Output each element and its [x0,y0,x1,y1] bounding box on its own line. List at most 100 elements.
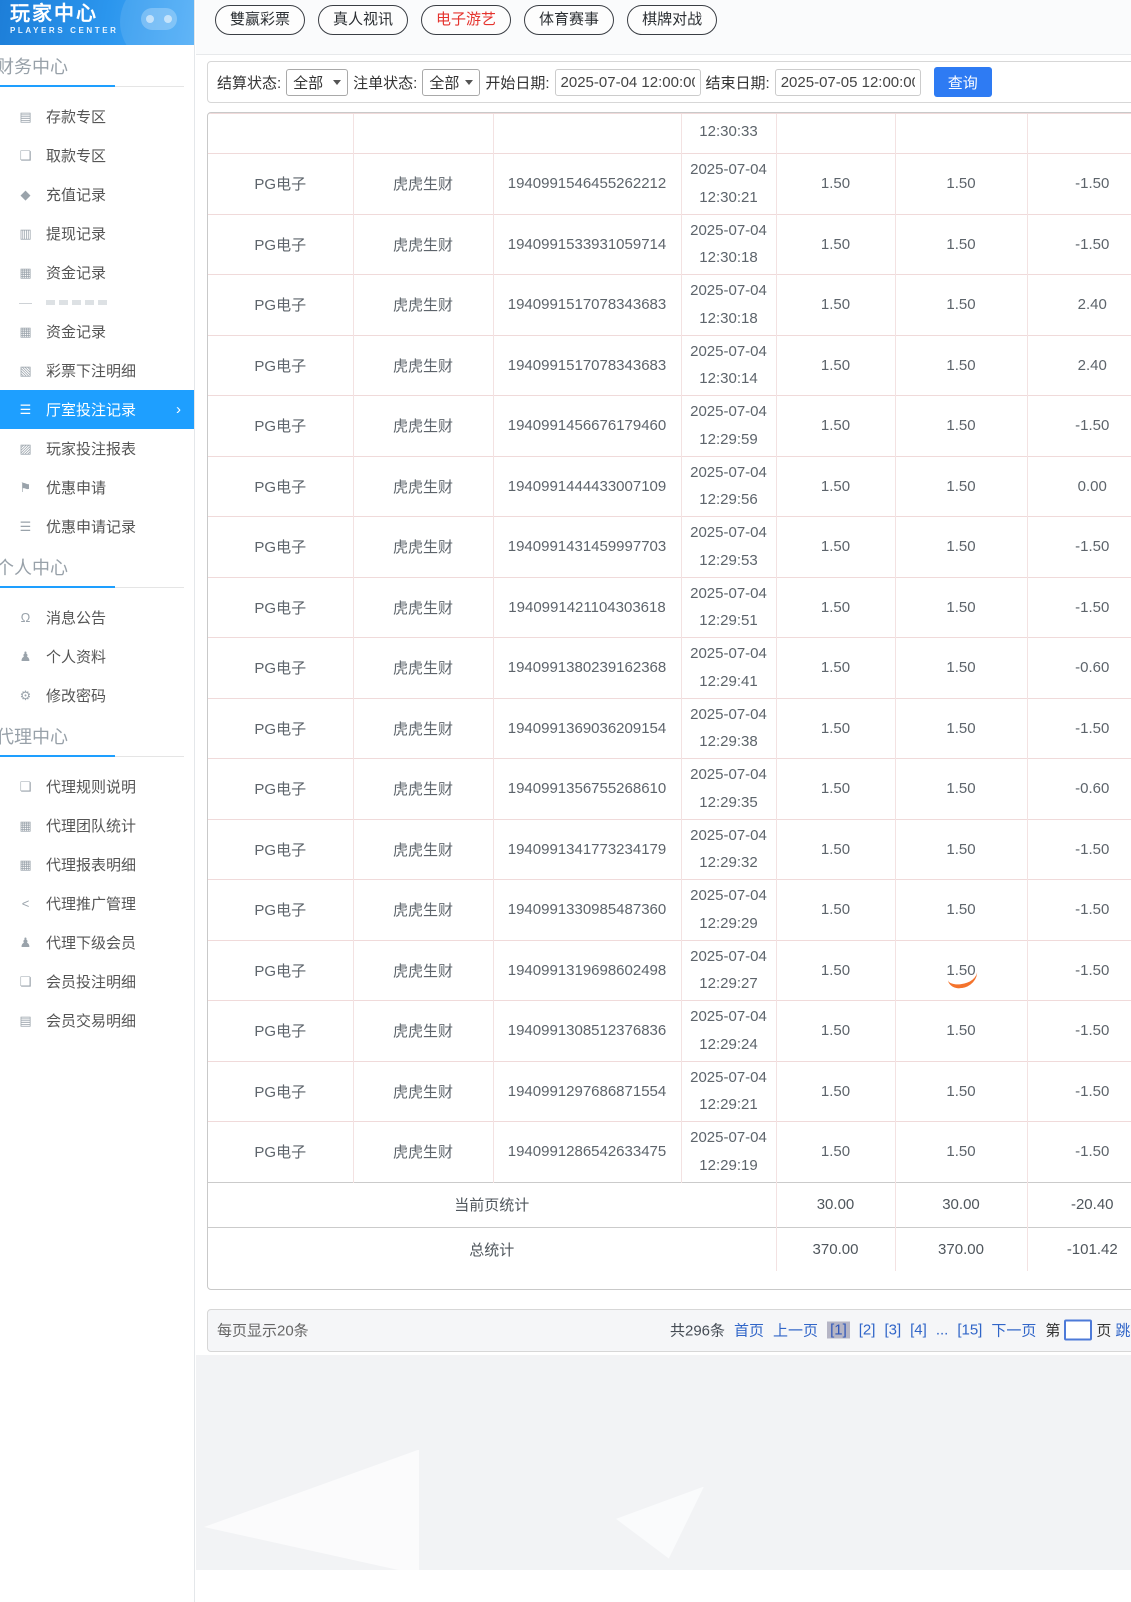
sidebar-item-fund-records[interactable]: ▦资金记录 [0,253,194,292]
cell-valid: 1.50 [895,1061,1027,1122]
page-link-page-15[interactable]: [15] [957,1322,982,1339]
page-link-page-3[interactable]: [3] [884,1322,901,1339]
start-date-input[interactable] [555,69,701,96]
page-jump-input[interactable] [1064,1320,1092,1341]
cell-profit: 2.40 [1027,275,1131,336]
page-summary-label: 当前页统计 [208,1182,776,1227]
settle-status-select[interactable]: 全部 [286,69,348,96]
cell-valid: 1.50 [895,275,1027,336]
menu-list-icon: ☰ [17,519,34,535]
cell-order: 1940991431459997703 [493,517,681,578]
section-divider [0,85,184,88]
table-row: PG电子虎虎生财19409914314599977032025-07-04 12… [208,517,1131,578]
cell-time: 2025-07-04 12:29:41 [681,638,776,699]
cell-empty [493,114,681,154]
page-current[interactable]: [1] [827,1322,850,1339]
bell-icon: Ω [17,610,34,625]
ticket-icon: ⚑ [17,480,34,496]
sidebar-item-agent-team-stats[interactable]: ▦ 代理团队统计 [0,806,194,845]
clipped-text-remnant [46,300,110,305]
page-link-page-2[interactable]: [2] [859,1322,876,1339]
cell-bet: 1.50 [776,456,895,517]
cell-profit: -1.50 [1027,880,1131,941]
page-summary-valid: 30.00 [895,1182,1027,1227]
order-status-select[interactable]: 全部 [422,69,480,96]
page-link-next[interactable]: 下一页 [991,1320,1036,1341]
sidebar-item-change-password[interactable]: ⚙修改密码 [0,676,194,715]
watermark-triangle [204,1450,419,1570]
sidebar-item-clipped-item[interactable]: — [0,292,194,312]
end-date-input[interactable] [775,69,921,96]
tab-chess-battle[interactable]: 棋牌对战 [627,5,717,35]
sidebar-item-deposit-zone[interactable]: ▤存款专区 [0,97,194,136]
sidebar-item-label: 代理团队统计 [46,815,136,836]
sidebar-item-label: 会员投注明细 [46,971,136,992]
sidebar-item-fund-records-2[interactable]: ▦资金记录 [0,312,194,351]
sidebar-item-member-bet-details[interactable]: ❏会员投注明细 [0,962,194,1001]
moneybag-icon: ◆ [17,187,34,203]
tab-shuangying-lottery[interactable]: 雙赢彩票 [215,5,305,35]
sidebar-item-profile[interactable]: ♟个人资料 [0,637,194,676]
cell-profit: 0.00 [1027,456,1131,517]
sidebar-item-promo-apply-records[interactable]: ☰优惠申请记录 [0,507,194,546]
cell-time: 2025-07-04 12:29:32 [681,819,776,880]
page-ellipsis: ... [936,1322,949,1339]
cell-order: 1940991517078343683 [493,335,681,396]
cell-time: 2025-07-04 12:29:27 [681,940,776,1001]
cell-time: 2025-07-04 12:30:18 [681,275,776,336]
cell-time: 2025-07-04 12:29:59 [681,396,776,457]
sidebar-item-messages[interactable]: Ω消息公告 [0,598,194,637]
cell-order: 1940991444433007109 [493,456,681,517]
sidebar-item-hall-bet-records[interactable]: ☰厅室投注记录› [0,390,194,429]
sidebar-item-withdraw-records[interactable]: ▥提现记录 [0,214,194,253]
bet-records-table: 12:30:33 PG电子虎虎生财19409915464552622122025… [208,113,1131,1271]
sidebar-item-promo-apply[interactable]: ⚑优惠申请 [0,468,194,507]
cell-order: 1940991341773234179 [493,819,681,880]
sidebar-item-label: 厅室投注记录 [46,399,136,420]
cell-platform: PG电子 [208,1061,353,1122]
cell-profit: -0.60 [1027,759,1131,820]
tab-sports-events[interactable]: 体育赛事 [524,5,614,35]
sidebar-item-recharge-records[interactable]: ◆充值记录 [0,175,194,214]
query-button[interactable]: 查询 [934,67,992,97]
sidebar-item-player-bet-report[interactable]: ▨玩家投注报表 [0,429,194,468]
page-link-page-4[interactable]: [4] [910,1322,927,1339]
cell-valid: 1.50 [895,214,1027,275]
stats-icon: ▦ [17,818,34,834]
cell-bet: 1.50 [776,517,895,578]
cell-valid: 1.50 [895,577,1027,638]
cell-bet: 1.50 [776,335,895,396]
cell-order: 1940991421104303618 [493,577,681,638]
page-link-prev[interactable]: 上一页 [773,1320,818,1341]
tab-electronic-games[interactable]: 电子游艺 [421,5,511,35]
sidebar-item-lottery-bet-details[interactable]: ▧彩票下注明细 [0,351,194,390]
cell-bet: 1.50 [776,1001,895,1062]
sidebar-item-agent-sub-members[interactable]: ♟代理下级会员 [0,923,194,962]
sidebar-item-agent-rules[interactable]: ❏代理规则说明 [0,767,194,806]
cell-bet: 1.50 [776,275,895,336]
cell-game: 虎虎生财 [353,698,493,759]
cell-profit: 2.40 [1027,335,1131,396]
jump-button[interactable]: 跳转 [1115,1320,1131,1341]
tab-live-video[interactable]: 真人视讯 [318,5,408,35]
total-summary-row: 总统计 370.00 370.00 -101.42 [208,1227,1131,1271]
sidebar-item-label: 存款专区 [46,106,106,127]
sidebar-item-agent-promotion[interactable]: <代理推广管理 [0,884,194,923]
sidebar-item-agent-report-details[interactable]: ▦代理报表明细 [0,845,194,884]
cell-game: 虎虎生财 [353,517,493,578]
sidebar-item-member-trade-details[interactable]: ▤会员交易明细 [0,1001,194,1040]
cell-game: 虎虎生财 [353,638,493,699]
page-link-first[interactable]: 首页 [734,1320,764,1341]
sidebar-item-label: 资金记录 [46,321,106,342]
cell-valid: 1.50 [895,880,1027,941]
cell-order: 1940991308512376836 [493,1001,681,1062]
cell-platform: PG电子 [208,638,353,699]
cell-valid: 1.50 [895,698,1027,759]
cell-bet: 1.50 [776,1122,895,1183]
wallet-icon: ▦ [17,265,34,281]
sidebar-item-withdraw-zone[interactable]: ❏取款专区 [0,136,194,175]
jump-prefix-label: 第 [1045,1320,1060,1341]
cell-game: 虎虎生财 [353,1001,493,1062]
cell-order: 1940991297686871554 [493,1061,681,1122]
table-row-partial: 12:30:33 [208,114,1131,154]
